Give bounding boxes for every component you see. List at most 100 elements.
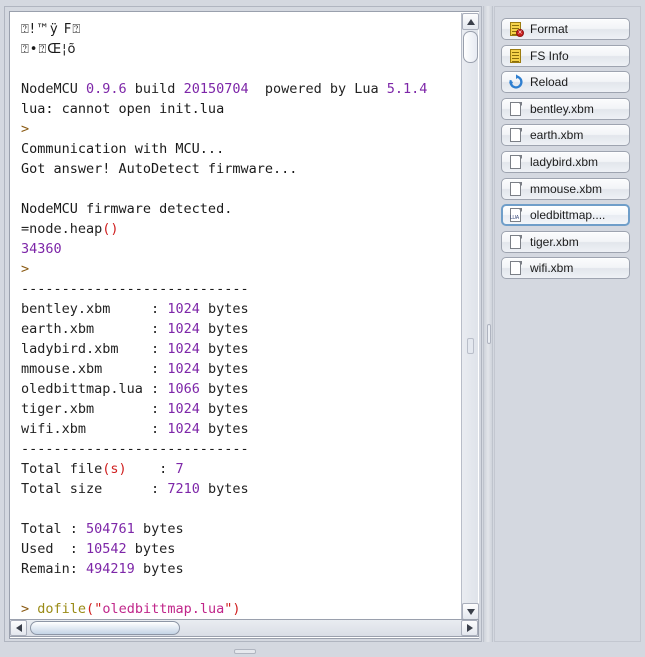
sidebar-button-label: Reload xyxy=(530,75,569,90)
file-icon xyxy=(508,260,524,276)
console-line: Got answer! AutoDetect firmware... xyxy=(21,161,298,177)
scroll-up-button[interactable] xyxy=(462,13,479,30)
vertical-scroll-thumb[interactable] xyxy=(463,31,478,63)
scroll-right-button[interactable] xyxy=(461,620,478,636)
sidebar-button-reload[interactable]: Reload xyxy=(501,71,630,94)
file-icon xyxy=(508,234,524,250)
console-span: bytes xyxy=(126,541,176,557)
sidebar-button-earth-xbm[interactable]: earth.xbm xyxy=(501,124,630,147)
console-line: NodeMCU 0.9.6 build 20150704 powered by … xyxy=(21,79,462,99)
console-span: ladybird.xbm : xyxy=(21,341,168,357)
console-vertical-scrollbar[interactable] xyxy=(461,13,479,620)
console-span: 1024 xyxy=(167,401,200,417)
console-span: bytes xyxy=(199,401,249,417)
console-span: oledbittmap.lua xyxy=(102,601,225,617)
console-span: bytes xyxy=(199,301,249,317)
console-line: 34360 xyxy=(21,239,462,259)
console-span: 34360 xyxy=(21,241,62,257)
console-line: NodeMCU firmware detected. xyxy=(21,201,233,217)
horizontal-scroll-thumb[interactable] xyxy=(30,621,180,635)
sidebar-button-fs-info[interactable]: FS Info xyxy=(501,44,630,67)
console-span: 504761 xyxy=(86,521,135,537)
console-span: bytes xyxy=(199,321,249,337)
console-span: 1024 xyxy=(167,361,200,377)
console-output-area[interactable]: ⍰!™ÿ F⍰ ⍰•⍰Œ¦õ NodeMCU 0.9.6 build 201507… xyxy=(9,11,479,639)
console-line: ladybird.xbm : 1024 bytes xyxy=(21,339,462,359)
sidebar-button-label: bentley.xbm xyxy=(530,101,594,116)
console-span: bytes xyxy=(134,561,184,577)
console-span: bentley.xbm : xyxy=(21,301,168,317)
console-line: ---------------------------- xyxy=(21,441,249,457)
file-icon xyxy=(508,101,524,117)
triangle-up-icon xyxy=(466,18,475,25)
triangle-right-icon xyxy=(466,624,473,632)
reload-icon xyxy=(508,74,524,90)
console-span: 1024 xyxy=(167,321,200,337)
console-span: oledbittmap.lua : xyxy=(21,381,168,397)
console-span: dofile xyxy=(37,601,87,617)
console-span: bytes xyxy=(199,481,249,497)
sidebar-button-label: tiger.xbm xyxy=(530,234,579,249)
console-span: wifi.xbm : xyxy=(21,421,168,437)
sidebar-button-wifi-xbm[interactable]: wifi.xbm xyxy=(501,257,630,280)
sidebar-button-label: mmouse.xbm xyxy=(530,181,603,196)
console-span: 494219 xyxy=(86,561,135,577)
console-line: Communication with MCU... xyxy=(21,141,225,157)
file-icon xyxy=(508,181,524,197)
lua-file-icon: LUA xyxy=(508,207,524,223)
console-line: > xyxy=(21,259,462,279)
app-window: ⍰!™ÿ F⍰ ⍰•⍰Œ¦õ NodeMCU 0.9.6 build 201507… xyxy=(0,0,645,657)
fs-info-document-icon xyxy=(508,48,524,64)
console-line: lua: cannot open init.lua xyxy=(21,101,225,117)
console-span: bytes xyxy=(199,341,249,357)
console-line: ⍰•⍰Œ¦õ xyxy=(21,39,462,59)
console-span: 1024 xyxy=(167,341,200,357)
console-span: > xyxy=(21,601,38,617)
triangle-left-icon xyxy=(15,624,22,632)
console-span: 10542 xyxy=(86,541,127,557)
sidebar-button-tiger-xbm[interactable]: tiger.xbm xyxy=(501,230,630,253)
sidebar-button-bentley-xbm[interactable]: bentley.xbm xyxy=(501,97,630,120)
panel-splitter[interactable] xyxy=(483,6,493,642)
console-line: > dofile("oledbittmap.lua") xyxy=(21,599,462,619)
console-line: ⍰!™ÿ F⍰ xyxy=(21,19,462,39)
console-line: Total file(s) : 7 xyxy=(21,459,462,479)
garbled-serial-text: ⍰•⍰Œ¦õ xyxy=(21,42,77,57)
console-line: wifi.xbm : 1024 bytes xyxy=(21,419,462,439)
console-span: tiger.xbm : xyxy=(21,401,168,417)
console-span: earth.xbm : xyxy=(21,321,168,337)
sidebar-button-ladybird-xbm[interactable]: ladybird.xbm xyxy=(501,151,630,173)
console-span: > xyxy=(21,261,30,277)
console-span: (s) xyxy=(102,461,127,477)
scroll-track-marker xyxy=(467,338,474,354)
sidebar-button-format[interactable]: × Format xyxy=(501,18,630,40)
console-span: 7 xyxy=(175,461,184,477)
console-span: 20150704 xyxy=(183,81,249,97)
sidebar-button-mmouse-xbm[interactable]: mmouse.xbm xyxy=(501,177,630,200)
console-line: Remain: 494219 bytes xyxy=(21,559,462,579)
file-icon xyxy=(508,154,524,170)
bottom-resize-grip[interactable] xyxy=(234,649,256,654)
console-span: NodeMCU xyxy=(21,81,87,97)
console-span: > xyxy=(21,121,30,137)
console-span: bytes xyxy=(134,521,184,537)
console-span: 0.9.6 xyxy=(86,81,127,97)
sidebar-button-label: ladybird.xbm xyxy=(530,155,599,169)
sidebar-button-oledbittmap[interactable]: LUA oledbittmap.... xyxy=(501,204,630,227)
scroll-down-button[interactable] xyxy=(462,603,479,620)
console-span: Used : xyxy=(21,541,87,557)
garbled-serial-text: ⍰!™ÿ F⍰ xyxy=(21,22,82,37)
scroll-left-button[interactable] xyxy=(10,620,27,636)
console-span: ) xyxy=(232,601,241,617)
console-line: Total size : 7210 bytes xyxy=(21,479,462,499)
triangle-down-icon xyxy=(466,608,475,615)
console-line: earth.xbm : 1024 bytes xyxy=(21,319,462,339)
console-horizontal-scrollbar[interactable] xyxy=(9,619,479,637)
console-line: Used : 10542 bytes xyxy=(21,539,462,559)
console-span: Remain: xyxy=(21,561,87,577)
console-panel: ⍰!™ÿ F⍰ ⍰•⍰Œ¦õ NodeMCU 0.9.6 build 201507… xyxy=(4,6,482,642)
